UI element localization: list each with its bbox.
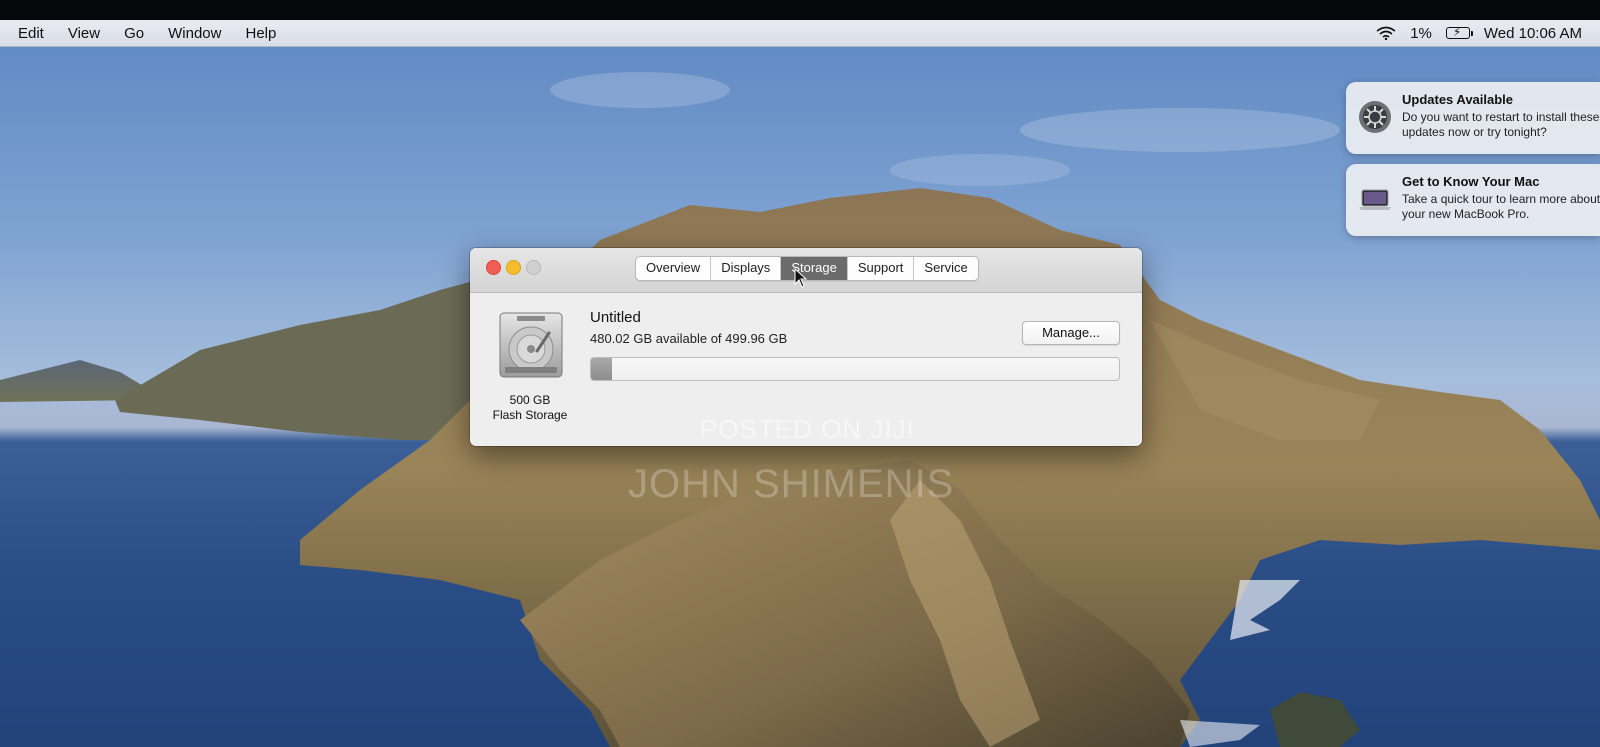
disk-type: Flash Storage <box>492 408 568 422</box>
menu-bar: Edit View Go Window Help 1% ⚡ Wed 10:06 … <box>0 20 1600 47</box>
notification-body: Do you want to restart to install these <box>1402 110 1600 124</box>
tab-displays[interactable]: Displays <box>711 257 782 280</box>
volume-availability: 480.02 GB available of 499.96 GB <box>590 331 788 346</box>
menu-edit[interactable]: Edit <box>0 25 56 42</box>
notification-title: Get to Know Your Mac <box>1402 174 1540 189</box>
minimize-button[interactable] <box>506 260 521 275</box>
status-area: 1% ⚡ Wed 10:06 AM <box>1376 25 1600 42</box>
close-button[interactable] <box>486 260 501 275</box>
tab-support[interactable]: Support <box>848 257 915 280</box>
watermark-name: JOHN SHIMENIS <box>628 462 955 506</box>
notification-body: Take a quick tour to learn more about <box>1402 192 1600 206</box>
mouse-pointer-icon <box>794 268 808 288</box>
storage-used-segment <box>591 358 613 380</box>
tab-overview[interactable]: Overview <box>636 257 712 280</box>
macbook-icon <box>1358 182 1392 216</box>
storage-usage-bar[interactable] <box>590 357 1120 381</box>
tab-storage[interactable]: Storage <box>781 257 848 280</box>
wifi-icon[interactable] <box>1376 26 1396 41</box>
watermark-posted-on: POSTED ON JIJI <box>700 414 915 444</box>
menu-clock[interactable]: Wed 10:06 AM <box>1484 25 1582 42</box>
disk-capacity: 500 GB <box>509 393 551 407</box>
menu-view[interactable]: View <box>56 25 112 42</box>
gear-icon <box>1358 100 1392 134</box>
menu-go[interactable]: Go <box>112 25 156 42</box>
notification-get-to-know-mac[interactable]: Get to Know Your Mac Take a quick tour t… <box>1346 164 1600 236</box>
screen-bezel <box>0 0 1600 20</box>
tab-service[interactable]: Service <box>914 257 977 280</box>
manage-button[interactable]: Manage... <box>1022 321 1120 345</box>
notification-body: updates now or try tonight? <box>1402 125 1547 139</box>
menu-help[interactable]: Help <box>233 25 288 42</box>
notification-body: your new MacBook Pro. <box>1402 207 1530 221</box>
battery-percent[interactable]: 1% <box>1410 25 1432 42</box>
battery-charging-icon[interactable]: ⚡ <box>1445 25 1473 39</box>
notification-title: Updates Available <box>1402 92 1514 107</box>
hard-drive-icon <box>497 311 565 379</box>
notification-updates-available[interactable]: Updates Available Do you want to restart… <box>1346 82 1600 154</box>
zoom-button-disabled <box>526 260 541 275</box>
menu-window[interactable]: Window <box>156 25 233 42</box>
volume-name: Untitled <box>590 309 641 326</box>
